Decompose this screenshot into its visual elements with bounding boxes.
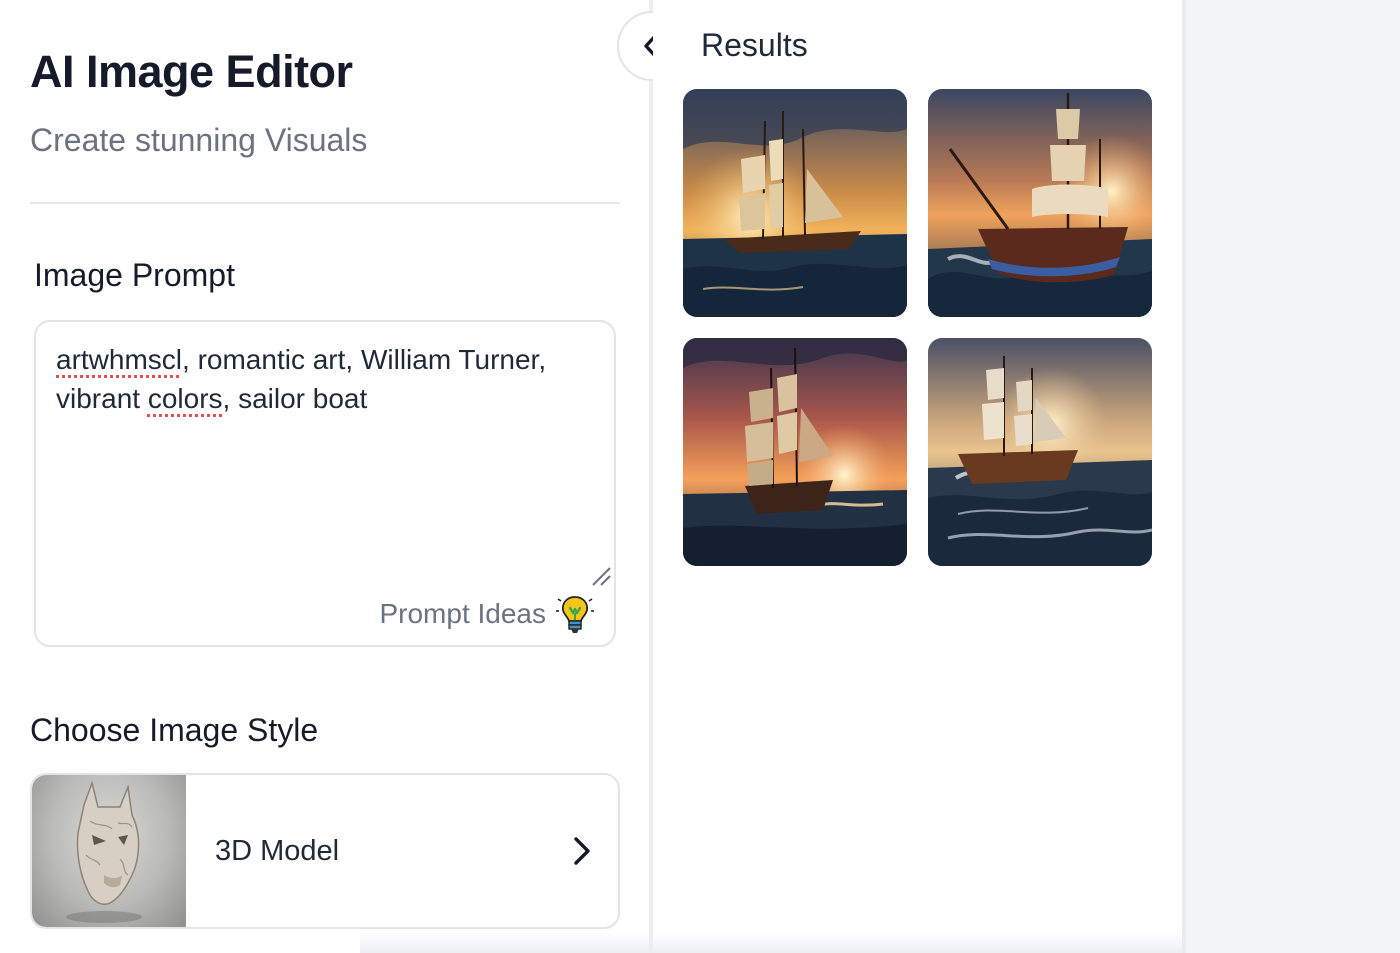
spellcheck-word: colors — [147, 383, 223, 414]
result-image[interactable] — [928, 338, 1152, 566]
results-title: Results — [701, 27, 808, 63]
empty-sidebar-area — [1186, 0, 1400, 953]
editor-panel: AI Image Editor Create stunning Visuals … — [0, 0, 650, 953]
header-divider — [30, 202, 620, 204]
style-thumbnail-image — [32, 775, 186, 927]
3d-mask-thumbnail — [66, 780, 142, 923]
chevron-right-icon — [574, 837, 590, 865]
prompt-ideas-label: Prompt Ideas — [379, 598, 546, 629]
style-label: 3D Model — [215, 835, 340, 867]
prompt-textarea[interactable]: artwhmscl, romantic art, William Turner,… — [34, 320, 616, 647]
lightbulb-icon — [556, 596, 594, 633]
results-panel: Results — [653, 0, 1182, 953]
sailing-ship-image — [683, 338, 907, 566]
prompt-ideas-button[interactable]: Prompt Ideas — [379, 593, 594, 635]
app-subtitle: Create stunning Visuals — [30, 122, 368, 158]
result-image[interactable] — [683, 338, 907, 566]
result-image[interactable] — [928, 89, 1152, 317]
sailing-ship-image — [928, 338, 1152, 566]
style-selector-card[interactable]: 3D Model — [30, 773, 620, 929]
prompt-text[interactable]: artwhmscl, romantic art, William Turner,… — [56, 340, 596, 418]
sailing-ship-image — [928, 89, 1152, 317]
app-title: AI Image Editor — [30, 46, 353, 97]
spellcheck-word: artwhmscl — [56, 344, 183, 375]
prompt-text-segment: , sailor boat — [222, 383, 368, 414]
result-image[interactable] — [683, 89, 907, 317]
prompt-heading: Image Prompt — [34, 257, 235, 293]
sailing-ship-image — [683, 89, 907, 317]
bottom-shadow — [360, 932, 1182, 953]
style-heading: Choose Image Style — [30, 712, 319, 748]
app-window: AI Image Editor Create stunning Visuals … — [0, 0, 1400, 953]
resize-handle-icon[interactable] — [590, 565, 612, 587]
